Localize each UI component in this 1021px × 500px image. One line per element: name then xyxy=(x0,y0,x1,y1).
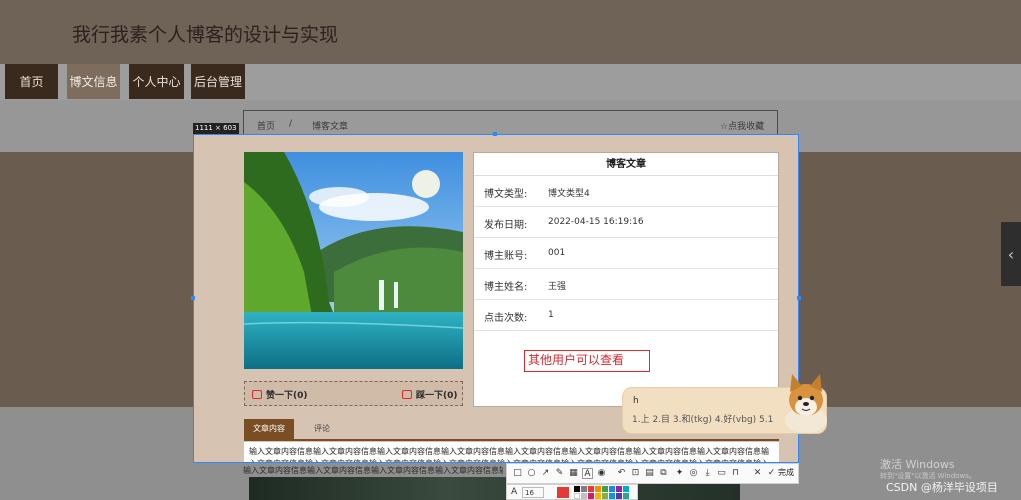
swatch[interactable] xyxy=(602,486,608,492)
color-palette[interactable] xyxy=(574,486,636,500)
nav-item-blog-info[interactable]: 博文信息 xyxy=(67,64,120,99)
undo-icon[interactable]: ↶ xyxy=(616,468,627,479)
marker-icon[interactable]: ◉ xyxy=(596,468,607,479)
share-icon[interactable]: ◎ xyxy=(688,468,699,479)
ime-composition: h xyxy=(633,396,639,406)
cancel-icon[interactable]: ✕ xyxy=(752,468,763,479)
swatch[interactable] xyxy=(609,486,615,492)
like-button[interactable]: 赞一下(0) xyxy=(252,388,308,401)
windows-activation-title: 激活 Windows xyxy=(880,458,955,471)
swatch[interactable] xyxy=(623,486,629,492)
detail-row-type: 博文类型: 博文类型4 xyxy=(474,176,778,207)
swatch[interactable] xyxy=(616,486,622,492)
text-annotation[interactable]: 其他用户可以查看 xyxy=(524,350,650,372)
csdn-watermark: CSDN @杨洋毕设项目 xyxy=(886,481,998,494)
site-title: 我行我素个人博客的设计与实现 xyxy=(72,24,339,46)
font-size-select[interactable]: 16 xyxy=(522,487,544,498)
row-value: 001 xyxy=(548,248,566,258)
swatch[interactable] xyxy=(595,493,601,499)
arrow-icon[interactable]: ↗ xyxy=(540,468,551,479)
tab-article-content[interactable]: 文章内容 xyxy=(244,419,294,439)
swatch[interactable] xyxy=(623,493,629,499)
breadcrumb-home[interactable]: 首页 xyxy=(257,119,275,132)
rect-icon[interactable]: □ xyxy=(512,468,523,479)
nav-item-personal-center[interactable]: 个人中心 xyxy=(129,64,184,99)
translate-icon[interactable]: ✦ xyxy=(674,468,685,479)
breadcrumb-separator: / xyxy=(289,119,293,129)
detail-row-account: 博主账号: 001 xyxy=(474,238,778,269)
pin-icon[interactable]: ⊡ xyxy=(630,468,641,479)
ellipse-icon[interactable]: ○ xyxy=(526,468,537,479)
capture-toolbar: □ ○ ↗ ✎ ▦ A ◉ ↶ ⊡ ▤ ⧉ ✦ ◎ ⤓ ▭ ⊓ ✕ ✓ 完成 xyxy=(506,463,799,484)
resize-handle-left[interactable] xyxy=(191,296,195,300)
article-detail-panel: 博客文章 博文类型: 博文类型4 发布日期: 2022-04-15 16:19:… xyxy=(473,152,779,407)
text-icon[interactable]: A xyxy=(582,468,593,479)
article-body: 输入文章内容信息输入文章内容信息输入文章内容信息输入文章内容信息输入文章内容信息… xyxy=(244,442,779,462)
article-cover-image xyxy=(244,152,463,369)
dislike-label: 踩一下(0) xyxy=(416,391,458,401)
swatch[interactable] xyxy=(574,493,580,499)
swatch[interactable] xyxy=(588,486,594,492)
save-icon[interactable]: ⤓ xyxy=(702,468,713,479)
swatch[interactable] xyxy=(581,493,587,499)
detail-row-date: 发布日期: 2022-04-15 16:19:16 xyxy=(474,207,778,238)
row-value: 博文类型4 xyxy=(548,189,590,199)
thumbs-up-icon xyxy=(252,390,262,399)
current-color-swatch[interactable] xyxy=(557,487,569,498)
copy-icon[interactable]: ▭ xyxy=(716,468,727,479)
capture-size-label: 1111 × 603 xyxy=(193,123,239,134)
resize-handle-right[interactable] xyxy=(797,296,801,300)
nav-item-admin[interactable]: 后台管理 xyxy=(191,64,245,99)
pen-icon[interactable]: ✎ xyxy=(554,468,565,479)
swatch[interactable] xyxy=(574,486,580,492)
text-style-bar: A 16 xyxy=(506,484,638,500)
done-button[interactable]: 完成 xyxy=(778,467,794,478)
swatch[interactable] xyxy=(588,493,594,499)
swatch[interactable] xyxy=(581,486,587,492)
like-label: 赞一下(0) xyxy=(266,391,308,401)
swatch[interactable] xyxy=(602,493,608,499)
dislike-button[interactable]: 踩一下(0) xyxy=(402,388,458,401)
detail-title: 博客文章 xyxy=(474,153,778,176)
tab-comments[interactable]: 评论 xyxy=(300,419,344,439)
chevron-left-icon: ‹ xyxy=(1007,244,1015,264)
nav-item-home[interactable]: 首页 xyxy=(5,64,58,99)
ime-candidates[interactable]: 1.上 2.目 3.和(tkg) 4.好(vbg) 5.1 xyxy=(632,412,773,425)
breadcrumb-current: 博客文章 xyxy=(312,122,349,132)
detail-row-clicks: 点击次数: 1 xyxy=(474,300,778,331)
check-icon[interactable]: ✓ xyxy=(766,468,777,479)
favorite-link[interactable]: ☆点我收藏 xyxy=(720,119,764,132)
row-value: 王强 xyxy=(548,282,567,292)
font-icon: A xyxy=(511,487,518,497)
thumbs-down-icon xyxy=(402,390,412,399)
vote-bar: 赞一下(0) 踩一下(0) xyxy=(244,381,463,406)
swatch[interactable] xyxy=(609,493,615,499)
row-label: 发布日期: xyxy=(484,220,528,231)
row-value: 2022-04-15 16:19:16 xyxy=(548,217,644,227)
row-label: 博文类型: xyxy=(484,189,528,200)
row-label: 点击次数: xyxy=(484,313,528,324)
article-body-overflow: 输入文章内容信息输入文章内容信息输入文章内容信息输入文章内容信息输入文章内容信息… xyxy=(243,465,503,475)
resize-handle-top[interactable] xyxy=(493,132,497,136)
row-value: 1 xyxy=(548,310,554,320)
row-label: 博主账号: xyxy=(484,251,528,262)
ime-mascot-dog xyxy=(780,370,832,434)
screenshot-icon[interactable]: ⧉ xyxy=(658,468,669,479)
row-label: 博主姓名: xyxy=(484,282,528,293)
bookmark-icon[interactable]: ⊓ xyxy=(730,468,741,479)
detail-row-name: 博主姓名: 王强 xyxy=(474,269,778,300)
swatch[interactable] xyxy=(616,493,622,499)
mosaic-icon[interactable]: ▦ xyxy=(568,468,579,479)
ocr-icon[interactable]: ▤ xyxy=(644,468,655,479)
swatch[interactable] xyxy=(595,486,601,492)
